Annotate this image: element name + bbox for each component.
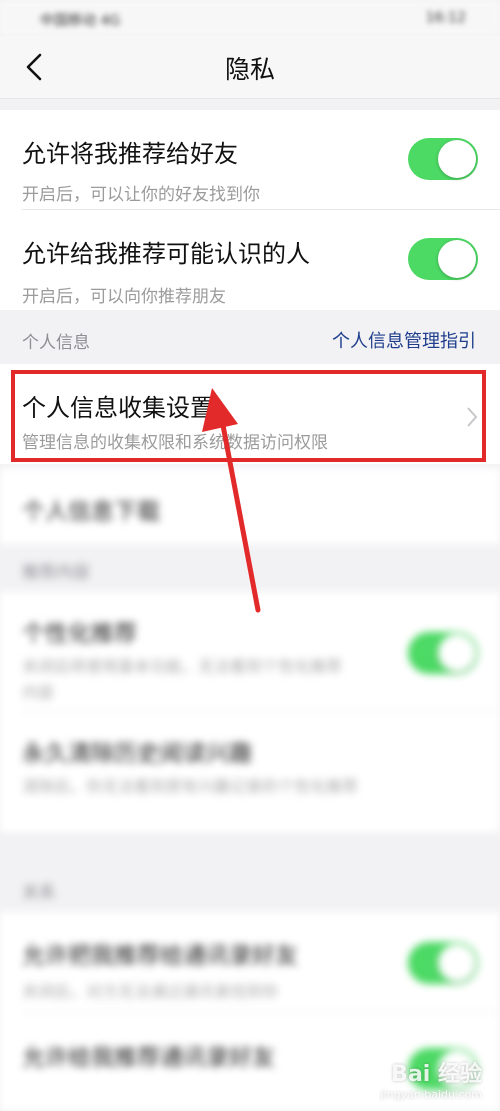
- setting-title: 允许给我推荐通讯录好友: [22, 1045, 275, 1071]
- recommend-people-toggle[interactable]: [408, 238, 478, 280]
- contacts-recommend-me-toggle[interactable]: [408, 942, 478, 984]
- setting-title: 允许给我推荐可能认识的人: [22, 240, 310, 268]
- watermark-site: jingyan.baidu.com: [380, 1088, 482, 1101]
- personalized-toggle[interactable]: [408, 632, 478, 674]
- section-header-personal-info: 个人信息 个人信息管理指引: [0, 314, 500, 362]
- setting-title: 个人信息收集设置: [22, 394, 214, 422]
- chevron-right-icon: [467, 407, 478, 427]
- clock-text: 16:12: [425, 10, 466, 26]
- blurred-settings-area: 个人信息下载 推荐内容 个性化推荐 关闭后将使用基本功能，无法看到个性化推荐内容…: [0, 468, 500, 1111]
- personal-info-guide-link[interactable]: 个人信息管理指引: [332, 327, 476, 353]
- page-title: 隐私: [224, 55, 275, 84]
- section-header-contacts: 关系: [0, 864, 500, 912]
- personalized-recommend-row: 个性化推荐 关闭后将使用基本功能，无法看到个性化推荐内容: [0, 592, 500, 712]
- section-label: 推荐内容: [22, 563, 90, 583]
- section-label: 关系: [22, 883, 56, 903]
- setting-title: 个性化推荐: [22, 621, 137, 647]
- toggle-knob: [438, 944, 476, 982]
- toggle-knob: [438, 240, 476, 278]
- baidu-jingyan-watermark: Bai 经验 jingyan.baidu.com: [380, 1056, 482, 1101]
- status-bar: 中国移动 4G 16:12: [0, 0, 500, 36]
- watermark-brand: Bai 经验: [391, 1062, 482, 1087]
- setting-subtitle: 关闭后，对方无法通过通讯录找到你: [22, 982, 279, 1001]
- setting-row-recommend-me: 允许将我推荐给好友 开启后，可以让你的好友找到你: [0, 110, 500, 210]
- setting-row-recommend-people: 允许给我推荐可能认识的人 开启后，可以向你推荐朋友: [0, 210, 500, 310]
- carrier-text: 中国移动 4G: [40, 13, 121, 29]
- setting-title: 允许将我推荐给好友: [22, 140, 238, 168]
- toggle-knob: [438, 140, 476, 178]
- setting-subtitle: 开启后，可以让你的好友找到你: [22, 185, 260, 205]
- personal-info-download-item[interactable]: 个人信息下载: [0, 468, 500, 544]
- setting-subtitle: 管理信息的收集权限和系统数据访问权限: [22, 433, 328, 453]
- personal-info-collect-item[interactable]: 个人信息收集设置 管理信息的收集权限和系统数据访问权限: [0, 364, 500, 464]
- setting-title: 永久清除历史阅读兴趣: [22, 741, 252, 767]
- setting-subtitle: 关闭后将使用基本功能，无法看到个性化推荐内容: [22, 657, 343, 702]
- clear-history-row[interactable]: 永久清除历史阅读兴趣 清除后，你无法看到原有兴趣记录的个性化推荐: [0, 712, 500, 832]
- toggle-knob: [438, 634, 476, 672]
- section-header-recommend: 推荐内容: [0, 544, 500, 592]
- setting-subtitle: 清除后，你无法看到原有兴趣记录的个性化推荐: [22, 777, 359, 796]
- section-label: 个人信息: [22, 333, 90, 353]
- setting-subtitle: 开启后，可以向你推荐朋友: [22, 287, 226, 307]
- recommend-me-toggle[interactable]: [408, 138, 478, 180]
- setting-title: 个人信息下载: [22, 499, 160, 525]
- setting-title: 允许把我推荐给通讯录好友: [22, 943, 298, 969]
- contacts-recommend-me-row: 允许把我推荐给通讯录好友 关闭后，对方无法通过通讯录找到你: [0, 912, 500, 1012]
- nav-bar: 隐私: [0, 36, 500, 99]
